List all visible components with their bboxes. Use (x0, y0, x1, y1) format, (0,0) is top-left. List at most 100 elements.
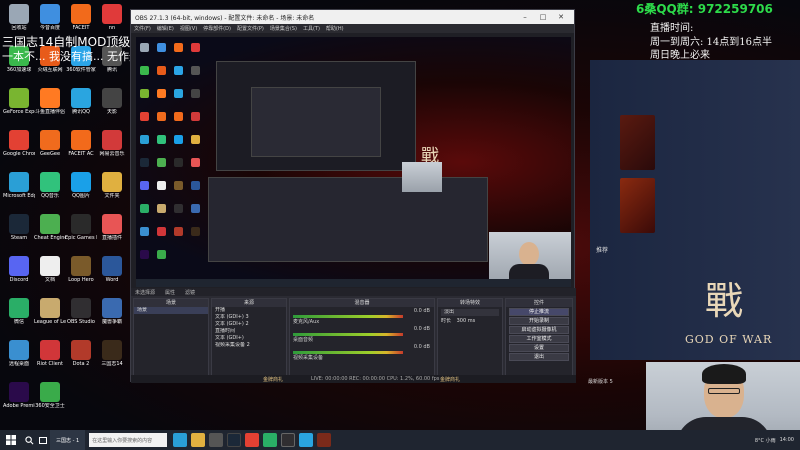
launcher-bottom-label: 金牌商礼 (263, 377, 284, 383)
menu-scene-collection[interactable]: 场景集合(S) (270, 25, 297, 32)
source-item[interactable]: 文本 (GDI+) 3 (212, 314, 286, 321)
desktop-icon[interactable]: 直播插件 (96, 214, 128, 241)
explorer-icon[interactable] (191, 433, 206, 447)
desktop-icon[interactable]: GeForce Experience (3, 88, 35, 115)
settings-button[interactable]: 设置 (509, 344, 569, 352)
start-recording-button[interactable]: 开始录制 (509, 317, 569, 325)
close-icon[interactable]: ✕ (552, 13, 570, 21)
menu-docks[interactable]: 停靠部件(D) (203, 25, 231, 32)
desktop-icon[interactable]: League of Legends (34, 298, 66, 325)
obs-icon[interactable] (281, 433, 296, 447)
desktop-icon[interactable]: 腾讯QQ (65, 88, 97, 115)
desktop-icon[interactable]: 天影 (96, 88, 128, 115)
obs-window[interactable]: OBS 27.1.3 (64-bit, windows) - 配置文件: 未命名… (130, 9, 576, 383)
desktop-icon[interactable]: GeeGee (34, 130, 66, 157)
desktop-icon[interactable]: 今昔百度 (34, 4, 66, 31)
duration-value[interactable]: 300 ms (457, 318, 476, 324)
menu-profile[interactable]: 配置文件(P) (237, 25, 264, 32)
desktop-icon-label: Discord (9, 277, 29, 283)
preview-taskbar (136, 279, 571, 287)
preview-app-icon (174, 66, 183, 75)
steam-icon[interactable] (227, 433, 242, 447)
desktop-icon[interactable]: Microsoft Edge (3, 172, 35, 199)
mixer-channel[interactable]: 桌面音频 0.0 dB (290, 325, 434, 343)
desktop-icon[interactable]: Dota 2 (65, 340, 97, 367)
source-item[interactable]: 开播 (212, 307, 286, 314)
game-card-sanguo[interactable] (620, 178, 655, 233)
desktop-icon[interactable]: Riot Client (34, 340, 66, 367)
streamer-hair (702, 364, 746, 384)
clock[interactable]: 14:00 (780, 437, 794, 443)
studio-mode-button[interactable]: 工作室模式 (509, 335, 569, 343)
filters-button[interactable]: 滤镜 (185, 289, 195, 296)
source-item[interactable]: 直播时间 (212, 328, 286, 335)
desktop-icon[interactable]: 三国志14 (96, 340, 128, 367)
preview-app-icon (174, 135, 183, 144)
volume-meter[interactable] (293, 351, 403, 354)
desktop-icon[interactable]: Loop Hero (65, 256, 97, 283)
desktop-icon[interactable]: Discord (3, 256, 35, 283)
qq-icon[interactable] (299, 433, 314, 447)
volume-meter[interactable] (293, 315, 403, 318)
desktop-icon[interactable]: QQ图片 (65, 172, 97, 199)
desktop-icon[interactable]: Steam (3, 214, 35, 241)
desktop-icon[interactable]: 文档 (34, 256, 66, 283)
properties-button[interactable]: 属性 (165, 289, 175, 296)
game-card-war[interactable] (620, 115, 655, 170)
desktop-icon[interactable]: 微信 (3, 298, 35, 325)
menu-tools[interactable]: 工具(T) (303, 25, 320, 32)
desktop-icon[interactable]: Google Chrome (3, 130, 35, 157)
source-item[interactable]: 文本 (GDI+) (212, 335, 286, 342)
chrome-icon[interactable] (245, 433, 260, 447)
stop-streaming-button[interactable]: 停止推流 (509, 308, 569, 316)
desktop-icon[interactable]: 回收站 (3, 4, 35, 31)
mixer-channel[interactable]: 视频采集设备 0.0 dB (290, 343, 434, 361)
preview-app-icon (157, 181, 166, 190)
menu-file[interactable]: 文件(F) (134, 25, 151, 32)
edge-icon[interactable] (173, 433, 188, 447)
desktop-icon[interactable]: 远程桌面 (3, 340, 35, 367)
desktop-icon[interactable]: Word (96, 256, 128, 283)
desktop-icon[interactable]: 魔兽争霸 (96, 298, 128, 325)
desktop-icon[interactable]: 文件夹 (96, 172, 128, 199)
source-item[interactable]: 文本 (GDI+) 2 (212, 321, 286, 328)
app-icon (9, 298, 29, 318)
desktop-icon[interactable]: Epic Games Launcher (65, 214, 97, 241)
desktop-icon[interactable]: 360安全卫士 (34, 382, 66, 409)
virtual-camera-button[interactable]: 启动虚拟摄像机 (509, 326, 569, 334)
store-icon[interactable] (209, 433, 224, 447)
desktop-icon[interactable]: nn (96, 4, 128, 31)
desktop-icon[interactable]: Cheat Engine (34, 214, 66, 241)
transition-type-select[interactable]: 淡出 (441, 309, 499, 316)
menu-view[interactable]: 视图(V) (180, 25, 197, 32)
desktop-icon[interactable]: OBS Studio (65, 298, 97, 325)
game-icon[interactable] (317, 433, 332, 447)
source-item[interactable]: 视频采集设备 2 (212, 342, 286, 349)
start-button[interactable] (0, 430, 22, 450)
obs-preview-canvas[interactable]: 戰 (136, 37, 571, 287)
exit-button[interactable]: 退出 (509, 353, 569, 361)
scene-item[interactable]: 场景 (134, 307, 208, 314)
search-icon[interactable] (22, 430, 36, 450)
mixer-channel[interactable]: 麦克风/Aux 0.0 dB (290, 307, 434, 325)
task-view-icon[interactable] (36, 430, 50, 450)
preview-app-icon (191, 227, 200, 236)
obs-titlebar[interactable]: OBS 27.1.3 (64-bit, windows) - 配置文件: 未命名… (131, 10, 574, 24)
maximize-icon[interactable]: □ (534, 13, 552, 21)
desktop-icon[interactable]: QQ音乐 (34, 172, 66, 199)
volume-meter[interactable] (293, 333, 403, 336)
taskbar-task-label[interactable]: 三国志 - 1 (50, 430, 86, 450)
desktop-icon[interactable]: FACEIT AC (65, 130, 97, 157)
weather-status[interactable]: 8°C 小雨 (755, 437, 776, 444)
wechat-icon[interactable] (263, 433, 278, 447)
desktop-icon[interactable]: FACEIT (65, 4, 97, 31)
desktop-icon[interactable]: Adobe Premie... (3, 382, 35, 409)
menu-edit[interactable]: 编辑(E) (157, 25, 174, 32)
desktop-icon[interactable]: 斗鱼直播伴侣 (34, 88, 66, 115)
desktop-icon-label: Adobe Premie... (3, 403, 35, 409)
desktop-icon[interactable]: 网易云音乐 (96, 130, 128, 157)
transition-duration[interactable]: 时长 300 ms (438, 318, 502, 325)
minimize-icon[interactable]: – (516, 13, 534, 21)
menu-help[interactable]: 帮助(H) (326, 25, 344, 32)
taskbar-search-box[interactable]: 在这里输入你要搜索的内容 (89, 433, 168, 447)
